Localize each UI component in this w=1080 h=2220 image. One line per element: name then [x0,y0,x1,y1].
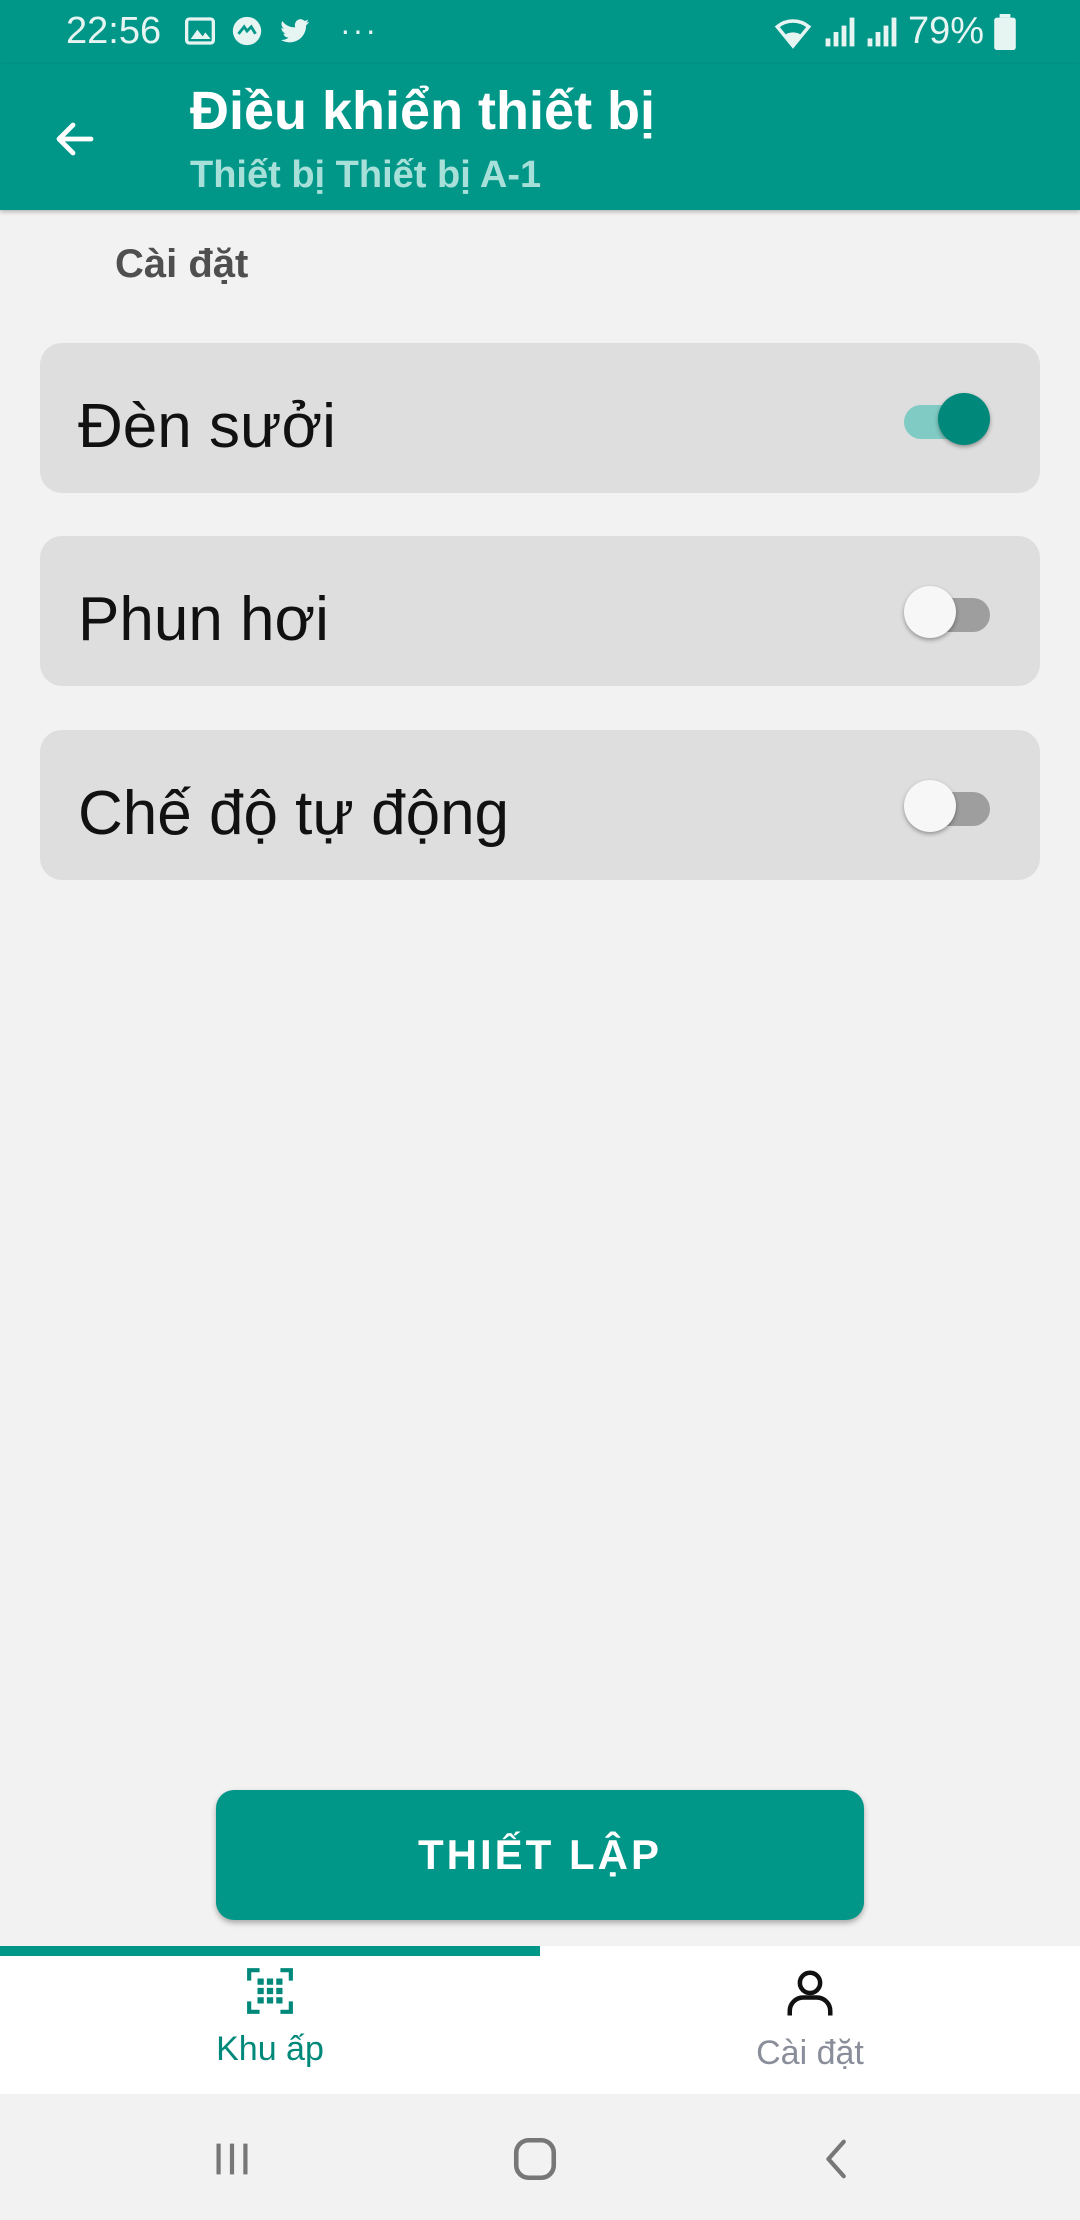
toggle-label: Phun hơi [78,585,329,654]
system-nav-bar [0,2094,1080,2220]
tab-label: Cài đặt [756,2034,864,2072]
system-back-button[interactable] [803,2124,873,2194]
image-icon [185,16,215,45]
tab-label: Khu ấp [216,2030,324,2068]
switch-thumb [904,780,956,832]
toggle-label: Chế độ tự động [78,779,510,848]
recent-apps-button[interactable] [197,2124,267,2194]
home-button[interactable] [500,2124,570,2194]
system-status-icons: 79% [772,10,1016,53]
battery-percent: 79% [907,10,984,52]
switch-thumb [904,586,956,638]
tab-incubator[interactable]: Khu ấp [0,1966,540,2086]
arrow-left-icon [56,122,94,156]
recent-apps-icon [216,2143,248,2175]
messenger-icon [232,16,262,45]
heater-switch[interactable] [904,393,990,445]
toggle-card-mist[interactable]: Phun hơi [40,536,1040,686]
person-icon [787,1970,833,2016]
auto-mode-switch[interactable] [904,780,990,832]
twitter-icon [280,18,310,42]
grid-scan-icon [247,1968,293,2014]
page-title: Điều khiển thiết bị [190,81,656,141]
signal-icon [867,17,897,46]
more-dots-icon: ··· [340,12,378,48]
section-label: Cài đặt [115,242,249,286]
notification-icons: ··· [184,12,378,49]
tab-settings[interactable]: Cài đặt [540,1966,1080,2086]
toggle-card-auto-mode[interactable]: Chế độ tự động [40,730,1040,880]
signal-icon [825,17,855,46]
toggle-card-heater[interactable]: Đèn sưởi [40,343,1040,493]
page-subtitle: Thiết bị Thiết bị A-1 [190,154,542,196]
battery-icon [994,13,1016,50]
status-time: 22:56 [66,10,162,52]
wifi-icon [774,18,812,49]
switch-thumb [938,393,990,445]
toggle-label: Đèn sưởi [78,392,336,461]
status-bar: 22:56 ··· 79% [0,0,1080,64]
setup-button[interactable]: THIẾT LẬP [216,1790,864,1920]
active-tab-indicator [0,1946,540,1956]
back-button[interactable] [40,104,110,174]
bottom-nav: Khu ấp Cài đặt [0,1946,1080,2094]
chevron-left-icon [826,2139,846,2179]
home-icon [513,2137,557,2181]
mist-switch[interactable] [904,586,990,638]
app-bar: Điều khiển thiết bị Thiết bị Thiết bị A-… [0,64,1080,210]
